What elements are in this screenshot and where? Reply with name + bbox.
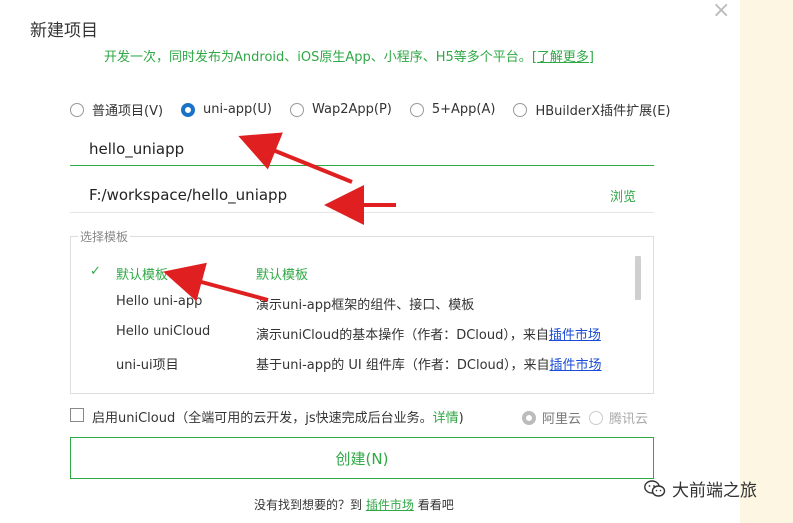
radio-label: 5+App(A) — [431, 102, 496, 117]
radio-circle — [589, 410, 603, 425]
radio-circle — [289, 102, 304, 117]
new-project-dialog: 新建项目 × 开发一次，同时发布为Android、iOS原生App、小程序、H5… — [0, 0, 740, 523]
provider-aliyun[interactable]: 阿里云 — [522, 408, 581, 427]
radio-label: HBuilderX插件扩展(E) — [535, 104, 671, 119]
footer-prefix: 没有找到想要的？到 — [254, 498, 363, 512]
project-path-input[interactable] — [70, 178, 590, 212]
radio-hbuilderx-plugin[interactable]: HBuilderX插件扩展(E) — [513, 100, 671, 119]
radio-circle — [70, 102, 84, 117]
enable-unicloud-label: 启用uniCloud（全端可用的云开发，js快速完成后台业务。详情) — [92, 407, 464, 426]
template-desc-text: 演示uniCloud的基本操作（作者：DCloud），来自 — [256, 328, 549, 343]
template-desc: 演示uniCloud的基本操作（作者：DCloud），来自插件市场 — [256, 324, 601, 343]
radio-5plus-app[interactable]: 5+App(A) — [409, 100, 496, 119]
radio-label: uni-app(U) — [203, 102, 272, 117]
project-type-group: 普通项目(V) uni-app(U) Wap2App(P) 5+App(A) H… — [70, 100, 689, 119]
footer-text: 没有找到想要的？到 插件市场 看看吧 — [254, 496, 454, 513]
radio-circle — [513, 102, 528, 117]
watermark: 大前端之旅 — [644, 476, 757, 501]
radio-normal-project[interactable]: 普通项目(V) — [70, 100, 163, 119]
radio-circle-checked — [181, 102, 196, 117]
provider-label: 阿里云 — [542, 412, 582, 427]
provider-label: 腾讯云 — [609, 412, 649, 427]
radio-wap2app[interactable]: Wap2App(P) — [289, 100, 392, 119]
template-scrollbar[interactable] — [635, 256, 641, 300]
unicloud-details-link[interactable]: 详情 — [433, 411, 459, 426]
enable-unicloud-checkbox[interactable] — [70, 408, 84, 422]
browse-button[interactable]: 浏览 — [610, 186, 636, 205]
path-divider — [70, 212, 654, 213]
dialog-subtitle: 开发一次，同时发布为Android、iOS原生App、小程序、H5等多个平台。[… — [104, 46, 594, 65]
learn-more-link[interactable]: [了解更多] — [532, 50, 594, 65]
template-desc-text: 基于uni-app的 UI 组件库（作者：DCloud），来自 — [256, 358, 550, 373]
radio-label: 普通项目(V) — [92, 104, 164, 119]
plugin-market-link[interactable]: 插件市场 — [549, 328, 601, 343]
template-name: 默认模板 — [116, 268, 169, 283]
radio-circle — [409, 102, 424, 117]
template-desc: 基于uni-app的 UI 组件库（作者：DCloud），来自插件市场 — [256, 354, 602, 373]
plugin-market-link[interactable]: 插件市场 — [550, 358, 602, 373]
template-desc: 演示uni-app框架的组件、接口、模板 — [256, 298, 475, 313]
footer-suffix: 看看吧 — [417, 498, 454, 512]
background-strip — [740, 0, 793, 523]
subtitle-text: 开发一次，同时发布为Android、iOS原生App、小程序、H5等多个平台。 — [104, 50, 532, 65]
unicloud-label-text: 启用uniCloud（全端可用的云开发，js快速完成后台业务。 — [92, 411, 433, 426]
template-name: Hello uniCloud — [116, 324, 211, 339]
footer-plugin-market-link[interactable]: 插件市场 — [366, 498, 414, 512]
watermark-text: 大前端之旅 — [672, 481, 757, 501]
check-icon: ✓ — [90, 264, 101, 279]
radio-uni-app[interactable]: uni-app(U) — [181, 100, 272, 119]
template-desc: 默认模板 — [256, 268, 309, 283]
wechat-icon — [644, 479, 666, 497]
radio-circle-checked — [522, 410, 536, 425]
dialog-title: 新建项目 — [30, 21, 98, 41]
template-name: uni-ui项目 — [116, 358, 179, 373]
close-icon[interactable]: × — [712, 0, 730, 23]
project-name-input[interactable] — [70, 132, 654, 166]
radio-label: Wap2App(P) — [311, 102, 392, 117]
template-legend: 选择模板 — [78, 228, 131, 245]
unicloud-label-close: ) — [458, 411, 464, 426]
template-name: Hello uni-app — [116, 294, 203, 309]
provider-tencent[interactable]: 腾讯云 — [589, 408, 648, 427]
create-button[interactable]: 创建(N) — [70, 437, 654, 479]
